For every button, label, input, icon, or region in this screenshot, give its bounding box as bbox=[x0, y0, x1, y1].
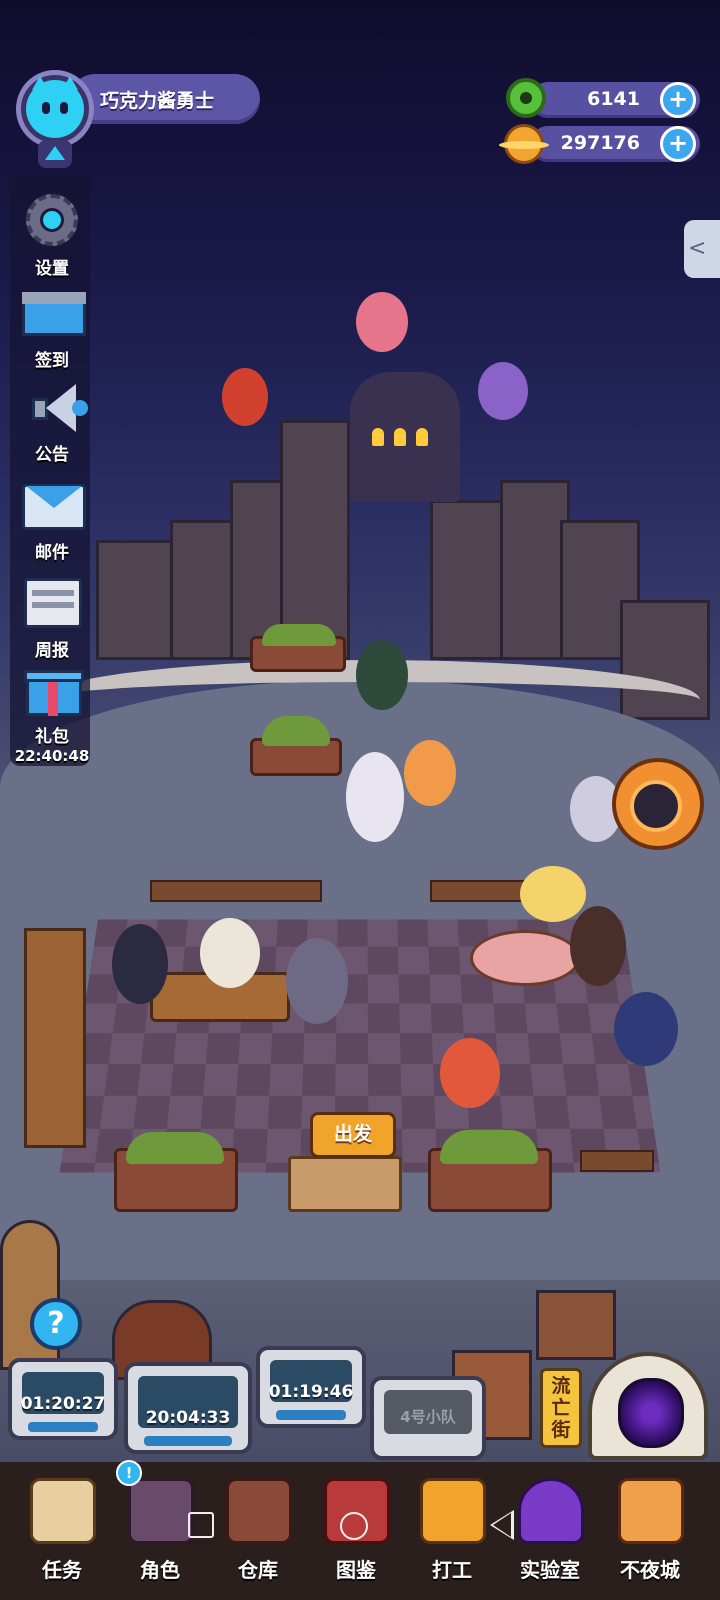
nav-label: 图鉴 bbox=[336, 1558, 376, 1582]
diving-capsule[interactable] bbox=[612, 758, 704, 850]
sidebar-item-settings[interactable]: 设置 bbox=[10, 194, 94, 279]
currency-donut-value: 6141 bbox=[587, 88, 640, 110]
sidebar-item-label: 礼包 bbox=[35, 727, 69, 747]
central-tower bbox=[350, 372, 460, 502]
flying-character-red[interactable] bbox=[222, 368, 268, 426]
squad-status-bar bbox=[144, 1436, 232, 1446]
fence bbox=[150, 880, 322, 902]
chest-warehouse-icon bbox=[226, 1478, 292, 1544]
ruin-building bbox=[536, 1290, 616, 1360]
exile-street-sign[interactable]: 流亡街 bbox=[540, 1368, 582, 1448]
recent-apps-icon[interactable] bbox=[188, 1512, 214, 1538]
character-orange-hair[interactable] bbox=[404, 740, 456, 806]
squad-status-bar bbox=[276, 1410, 346, 1420]
ruin-building bbox=[430, 500, 510, 660]
squad-slot-1[interactable]: 01:20:27 bbox=[8, 1358, 118, 1440]
squad-timer: 20:04:33 bbox=[145, 1408, 231, 1428]
squad-timer: 01:20:27 bbox=[20, 1394, 106, 1414]
nav-label: 打工 bbox=[432, 1558, 472, 1582]
sidebar-item-gift[interactable]: 礼包 22:40:48 bbox=[10, 662, 94, 765]
gear-icon bbox=[22, 194, 82, 250]
bush bbox=[126, 1132, 224, 1164]
nav-tasks[interactable]: 任务 bbox=[16, 1470, 108, 1600]
round-table bbox=[470, 930, 580, 986]
megaphone-icon bbox=[22, 380, 88, 436]
work-frame-icon bbox=[420, 1478, 486, 1544]
bush bbox=[262, 624, 336, 646]
bush bbox=[440, 1130, 538, 1164]
help-button[interactable]: ? bbox=[30, 1298, 82, 1350]
sidebar-item-label: 周报 bbox=[35, 641, 69, 661]
character-green-hair[interactable] bbox=[356, 640, 408, 710]
character-brown-hair[interactable] bbox=[570, 906, 626, 986]
character-blue-goggles[interactable] bbox=[614, 992, 678, 1066]
nav-label: 任务 bbox=[42, 1558, 82, 1582]
fence bbox=[580, 1150, 654, 1172]
bookshelf bbox=[24, 928, 86, 1148]
character-dark-hair[interactable] bbox=[112, 924, 168, 1004]
add-donut-button[interactable]: + bbox=[660, 82, 696, 118]
nav-warehouse[interactable]: 仓库 bbox=[212, 1470, 304, 1600]
squad-status-bar bbox=[28, 1422, 98, 1432]
sidebar-item-checkin[interactable]: 签到 bbox=[10, 286, 94, 371]
calendar-checkin-icon bbox=[22, 286, 86, 342]
sidebar-item-weekly[interactable]: 周报 bbox=[10, 576, 94, 661]
depart-platform[interactable] bbox=[288, 1156, 402, 1212]
home-icon[interactable] bbox=[340, 1512, 368, 1540]
avatar[interactable] bbox=[26, 76, 84, 138]
scroll-task-icon bbox=[30, 1478, 96, 1544]
weekly-report-icon bbox=[22, 576, 82, 632]
squad-slot-2[interactable]: 20:04:33 bbox=[124, 1362, 252, 1454]
sidebar-item-label: 签到 bbox=[35, 351, 69, 371]
currency-coin-value: 297176 bbox=[560, 132, 640, 154]
add-coin-button[interactable]: + bbox=[660, 126, 696, 162]
mail-envelope-icon bbox=[22, 478, 86, 534]
sidebar-item-label: 邮件 bbox=[35, 543, 69, 563]
sidebar-item-mail[interactable]: 邮件 bbox=[10, 478, 94, 563]
character-icon bbox=[128, 1478, 194, 1544]
sidebar-item-label: 设置 bbox=[35, 259, 69, 279]
nav-nightcity[interactable]: 不夜城 bbox=[604, 1470, 696, 1600]
notification-badge: ! bbox=[116, 1460, 142, 1486]
share-tab[interactable]: < bbox=[684, 220, 720, 278]
flying-character-pink[interactable] bbox=[356, 292, 408, 352]
character-gray-hair[interactable] bbox=[286, 938, 348, 1024]
squad-timer: 01:19:46 bbox=[268, 1382, 354, 1402]
depart-button[interactable]: 出发 bbox=[310, 1112, 396, 1158]
nav-label: 仓库 bbox=[238, 1558, 278, 1582]
lab-capsule-icon bbox=[518, 1478, 584, 1544]
green-donut-icon bbox=[506, 78, 546, 118]
portal-gate[interactable] bbox=[588, 1352, 708, 1460]
character-reading-girl[interactable] bbox=[440, 1038, 500, 1108]
nav-lab[interactable]: 实验室 bbox=[504, 1470, 596, 1600]
nav-label: 角色 bbox=[140, 1558, 180, 1582]
squad-label: 4号小队 bbox=[400, 1408, 456, 1426]
cat-city-icon bbox=[618, 1478, 684, 1544]
bush bbox=[262, 716, 330, 746]
orange-planet-coin-icon bbox=[499, 124, 549, 164]
gift-box-icon bbox=[22, 662, 84, 718]
collapse-sidebar-button[interactable] bbox=[38, 140, 72, 168]
nav-label: 不夜城 bbox=[620, 1558, 680, 1582]
sidebar-item-announcement[interactable]: 公告 bbox=[10, 380, 94, 465]
nav-label: 实验室 bbox=[520, 1558, 580, 1582]
nav-work[interactable]: 打工 bbox=[406, 1470, 498, 1600]
gift-timer: 22:40:48 bbox=[14, 747, 90, 765]
flying-character-purple[interactable] bbox=[478, 362, 528, 420]
back-icon[interactable] bbox=[490, 1510, 514, 1540]
character-white-hat[interactable] bbox=[346, 752, 404, 842]
sidebar-item-label: 公告 bbox=[35, 445, 69, 465]
squad-slot-4[interactable]: 4号小队 bbox=[370, 1376, 486, 1460]
player-name: 巧克力酱勇士 bbox=[100, 90, 215, 112]
character-white-hair[interactable] bbox=[200, 918, 260, 988]
squad-slot-3[interactable]: 01:19:46 bbox=[256, 1346, 366, 1428]
character-blonde[interactable] bbox=[520, 866, 586, 922]
share-icon: < bbox=[688, 236, 707, 261]
